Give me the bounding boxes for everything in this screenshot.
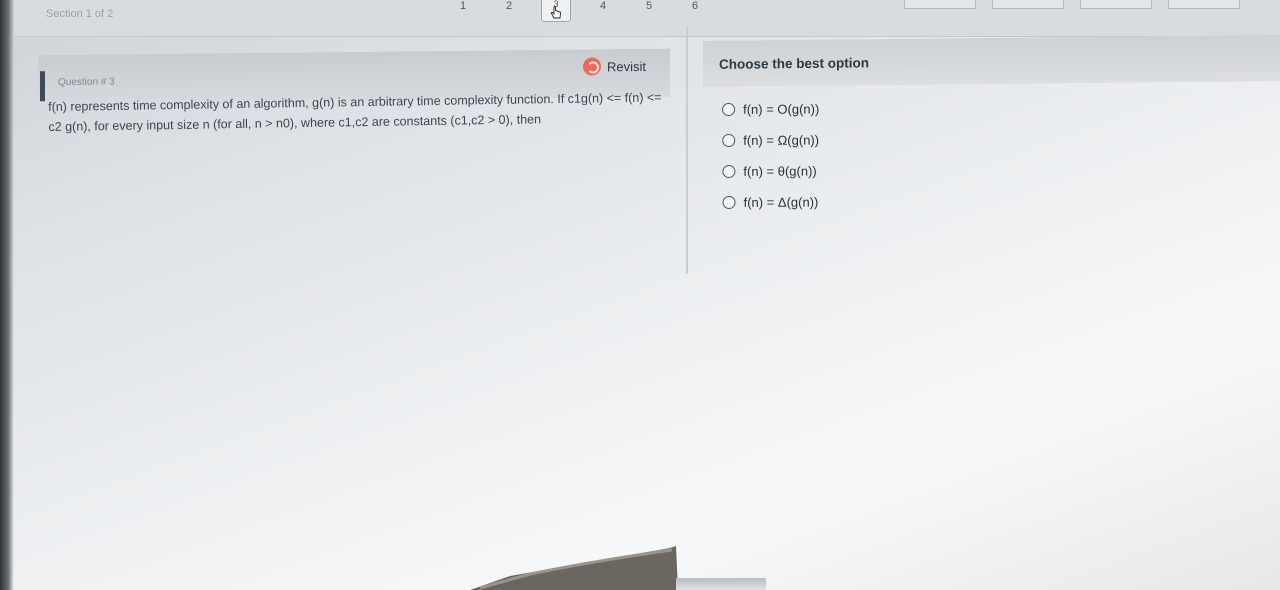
hand-cursor-icon xyxy=(550,6,561,19)
option-label: f(n) = Ω(g(n)) xyxy=(743,132,820,148)
option-2[interactable]: f(n) = Ω(g(n)) xyxy=(722,124,819,156)
options-list: f(n) = O(g(n)) f(n) = Ω(g(n)) f(n) = θ(g… xyxy=(722,93,820,218)
option-label: f(n) = Δ(g(n)) xyxy=(743,194,819,210)
radio-button[interactable] xyxy=(722,164,736,178)
top-tab-box[interactable] xyxy=(992,0,1064,9)
radio-button[interactable] xyxy=(722,195,736,209)
option-3[interactable]: f(n) = θ(g(n)) xyxy=(722,155,819,187)
panel-divider xyxy=(686,26,688,274)
option-label: f(n) = O(g(n)) xyxy=(743,101,820,117)
revisit-label: Revisit xyxy=(606,58,646,74)
question-nav-3-current[interactable]: 3 xyxy=(541,0,571,22)
question-nav-4[interactable]: 4 xyxy=(580,0,626,16)
question-text: f(n) represents time complexity of an al… xyxy=(48,90,662,134)
question-navigator: 1 2 3 4 5 6 xyxy=(440,0,718,22)
option-label: f(n) = θ(g(n)) xyxy=(743,163,817,179)
option-4[interactable]: f(n) = Δ(g(n)) xyxy=(722,186,819,218)
question-nav-1[interactable]: 1 xyxy=(440,0,486,16)
top-tab-boxes xyxy=(904,0,1240,9)
question-accent-bar xyxy=(40,71,45,102)
paper-edge-artifact xyxy=(470,546,678,590)
option-1[interactable]: f(n) = O(g(n)) xyxy=(722,93,819,125)
top-tab-box[interactable] xyxy=(904,0,976,9)
question-number: Question # 3 xyxy=(58,76,115,89)
options-header: Choose the best option xyxy=(703,34,1280,88)
revisit-button[interactable]: Revisit xyxy=(582,57,646,76)
options-title: Choose the best option xyxy=(719,55,869,72)
radio-button[interactable] xyxy=(722,133,736,147)
question-nav-2[interactable]: 2 xyxy=(486,0,532,16)
question-nav-6[interactable]: 6 xyxy=(672,0,718,16)
section-label: Section 1 of 2 xyxy=(46,8,114,20)
bottom-edge-strip xyxy=(676,578,766,590)
radio-button[interactable] xyxy=(722,102,736,116)
top-tab-box[interactable] xyxy=(1168,0,1240,9)
top-tab-box[interactable] xyxy=(1080,0,1152,9)
question-nav-5[interactable]: 5 xyxy=(626,0,672,16)
monitor-bezel xyxy=(0,0,14,590)
revisit-icon xyxy=(582,57,601,76)
